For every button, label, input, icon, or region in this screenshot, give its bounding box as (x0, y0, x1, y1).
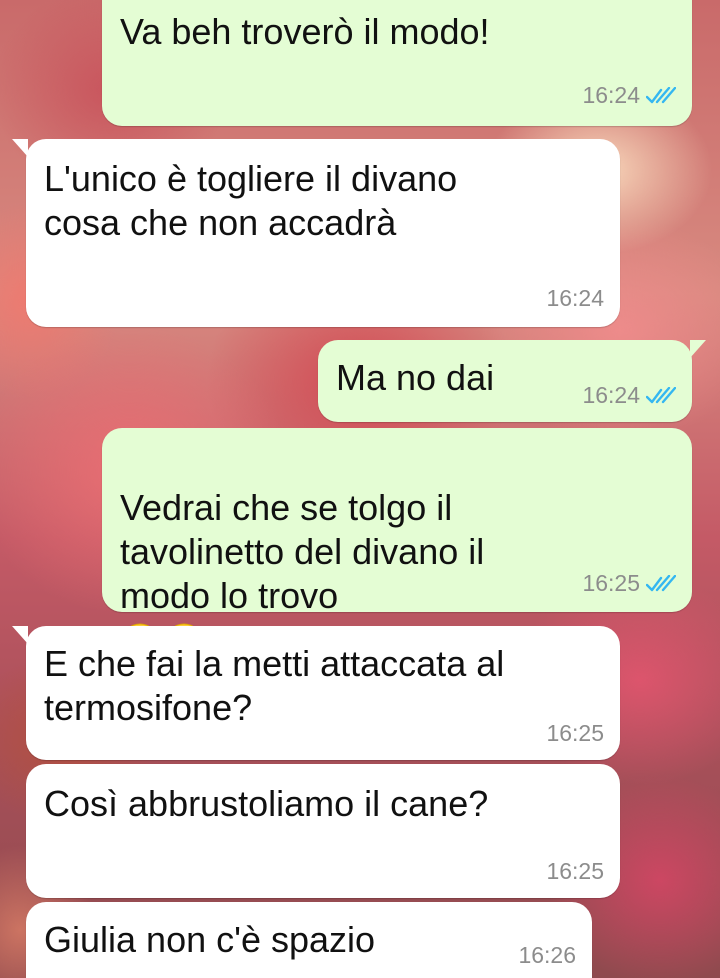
message-text: L'unico è togliere il divano cosa che no… (44, 158, 458, 243)
message-text: Così abbrustoliamo il cane? (44, 783, 489, 824)
message-bubble-outgoing[interactable]: Vedrai che se tolgo il tavolinetto del d… (102, 428, 692, 661)
message-meta: 16:24 (582, 82, 676, 109)
message-bubble-incoming[interactable]: E che fai la metti attaccata al termosif… (12, 626, 620, 760)
message-text: Ma no dai (336, 357, 495, 398)
chat-thread: Va beh troverò il modo! 16:24 L'unico è … (0, 0, 720, 978)
message-text: Giulia non c'è spazio (44, 919, 376, 960)
message-meta: 16:25 (546, 720, 604, 747)
message-bubble-incoming[interactable]: Così abbrustoliamo il cane? 16:25 (26, 764, 620, 898)
message-time: 16:24 (546, 285, 604, 311)
double-check-icon (646, 574, 676, 591)
message-time: 16:25 (546, 858, 604, 884)
message-time: 16:24 (582, 82, 640, 108)
message-text-body: Vedrai che se tolgo il tavolinetto del d… (120, 487, 485, 616)
double-check-icon (646, 386, 676, 403)
message-time: 16:25 (582, 570, 640, 596)
message-time: 16:24 (582, 382, 640, 408)
message-time: 16:26 (518, 942, 576, 968)
message-bubble-incoming[interactable]: Giulia non c'è spazio 16:26 (26, 902, 592, 978)
message-bubble-incoming[interactable]: L'unico è togliere il divano cosa che no… (12, 139, 620, 327)
message-text: E che fai la metti attaccata al termosif… (44, 643, 505, 728)
message-bubble-outgoing[interactable]: Va beh troverò il modo! 16:24 (102, 0, 692, 126)
message-bubble-outgoing[interactable]: Ma no dai 16:24 (318, 340, 706, 422)
message-meta: 16:24 (582, 382, 676, 409)
message-time: 16:25 (546, 720, 604, 746)
message-meta: 16:26 (518, 942, 576, 969)
message-meta: 16:25 (582, 570, 676, 597)
message-text: Va beh troverò il modo! (120, 11, 490, 52)
double-check-icon (646, 86, 676, 103)
message-meta: 16:25 (546, 858, 604, 885)
message-meta: 16:24 (546, 285, 604, 312)
